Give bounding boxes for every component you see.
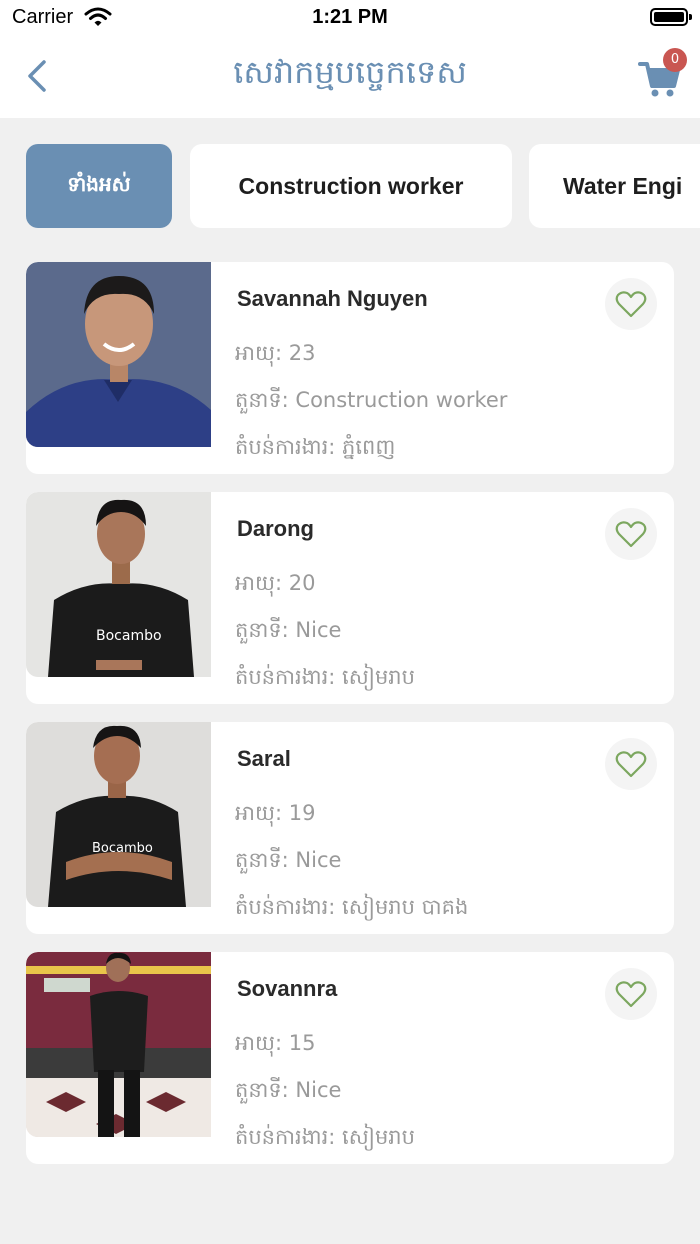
- worker-card[interactable]: Sovannra អាយុ: 15 តួនាទី: Nice តំបន់ការង…: [26, 952, 674, 1164]
- svg-text:Bocambo: Bocambo: [92, 841, 153, 856]
- battery-icon: [650, 8, 692, 26]
- favorite-button[interactable]: [605, 508, 657, 560]
- heart-icon: [615, 751, 647, 778]
- favorite-button[interactable]: [605, 968, 657, 1020]
- worker-name: Savannah Nguyen: [237, 286, 428, 311]
- worker-area: តំបន់ការងារ: សៀមរាប: [235, 665, 415, 689]
- worker-name: Saral: [237, 746, 291, 771]
- worker-area: តំបន់ការងារ: សៀមរាប បាគង: [235, 895, 469, 919]
- worker-position: តួនាទី: Construction worker: [235, 388, 508, 412]
- favorite-button[interactable]: [605, 738, 657, 790]
- worker-position: តួនាទី: Nice: [235, 618, 342, 642]
- worker-name: Sovannra: [237, 976, 338, 1001]
- filter-chip-all[interactable]: ទាំងអស់: [26, 144, 172, 228]
- status-bar: Carrier 1:21 PM: [0, 0, 700, 36]
- cart-count-badge: 0: [663, 48, 687, 72]
- worker-age: អាយុ: 23: [235, 341, 316, 365]
- category-filter-bar: ទាំងអស់ Construction worker Water Engi: [0, 144, 700, 230]
- worker-position: តួនាទី: Nice: [235, 848, 342, 872]
- heart-icon: [615, 291, 647, 318]
- svg-text:Bocambo: Bocambo: [96, 628, 162, 644]
- worker-age: អាយុ: 19: [235, 801, 316, 825]
- heart-icon: [615, 981, 647, 1008]
- clock: 1:21 PM: [312, 6, 388, 28]
- page-title: សេវាកម្មបច្ចេកទេស: [233, 53, 467, 91]
- favorite-button[interactable]: [605, 278, 657, 330]
- worker-area: តំបន់ការងារ: សៀមរាប: [235, 1125, 415, 1149]
- worker-position: តួនាទី: Nice: [235, 1078, 342, 1102]
- worker-photo: [26, 262, 211, 447]
- filter-chip-construction-worker[interactable]: Construction worker: [190, 144, 512, 228]
- worker-photo: [26, 952, 211, 1137]
- worker-card[interactable]: Savannah Nguyen អាយុ: 23 តួនាទី: Constru…: [26, 262, 674, 474]
- worker-photo: Bocambo: [26, 722, 211, 907]
- worker-name: Darong: [237, 516, 314, 541]
- nav-bar: សេវាកម្មបច្ចេកទេស 0: [0, 36, 700, 118]
- filter-chip-water-engineer[interactable]: Water Engi: [529, 144, 700, 228]
- heart-icon: [615, 521, 647, 548]
- worker-age: អាយុ: 20: [235, 571, 316, 595]
- worker-card[interactable]: Bocambo Saral អាយុ: 19 តួនាទី: Nice តំបន…: [26, 722, 674, 934]
- worker-area: តំបន់ការងារ: ភ្នំពេញ: [235, 435, 396, 459]
- worker-age: អាយុ: 15: [235, 1031, 316, 1055]
- worker-card[interactable]: Bocambo Darong អាយុ: 20 តួនាទី: Nice តំប…: [26, 492, 674, 704]
- worker-photo: Bocambo: [26, 492, 211, 677]
